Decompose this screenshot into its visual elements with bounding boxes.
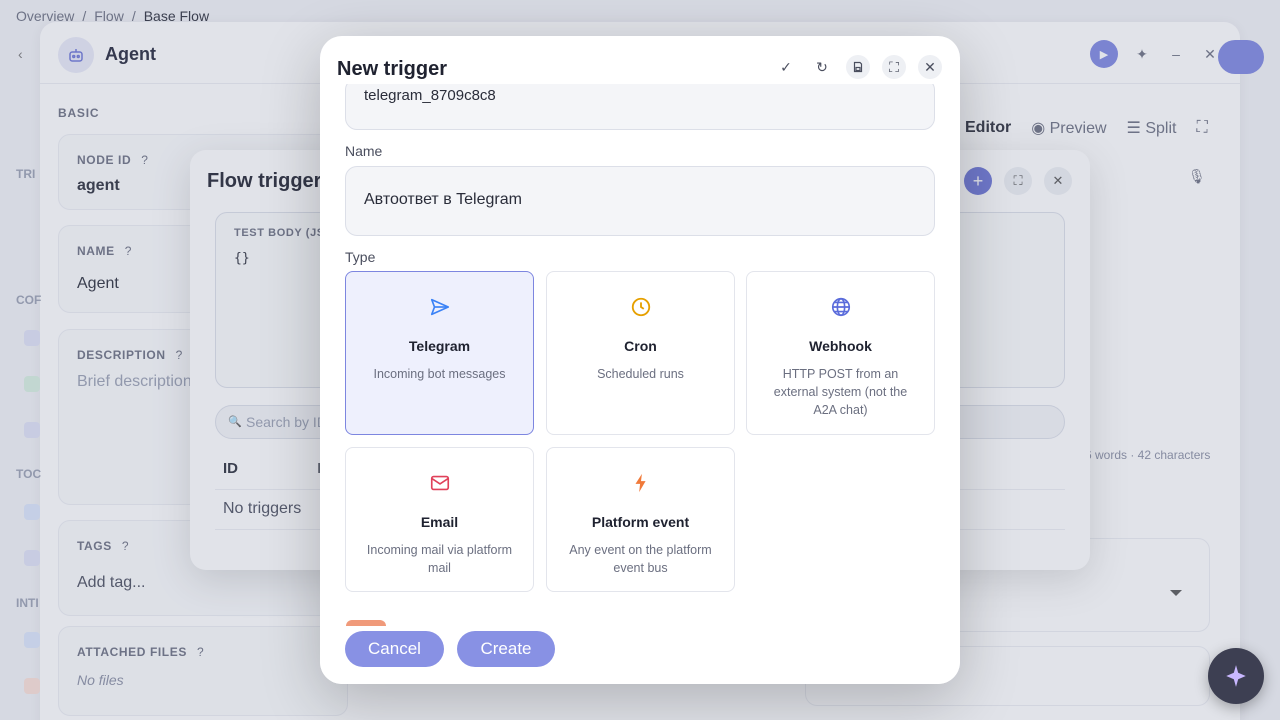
new-trigger-footer: Cancel Create: [320, 626, 960, 684]
type-platform-event-card[interactable]: Platform event Any event on the platform…: [546, 447, 735, 592]
name-label: Name: [345, 143, 383, 159]
clock-icon: [547, 296, 734, 320]
cancel-button[interactable]: Cancel: [345, 631, 444, 667]
new-trigger-form[interactable]: telegram_8709c8c8 Name Автоответ в Teleg…: [320, 84, 960, 622]
new-trigger-modal: New trigger ✓ ↻ ⛶ ✕ telegram_8709c8c8 Na…: [320, 36, 960, 684]
type-desc: Incoming bot messages: [373, 367, 506, 381]
check-icon[interactable]: ✓: [774, 55, 798, 79]
sparkle-icon: [1226, 665, 1246, 687]
mail-icon: [346, 472, 533, 496]
type-desc: Scheduled runs: [597, 367, 684, 381]
type-label: Type: [345, 249, 376, 265]
create-button[interactable]: Create: [457, 631, 555, 667]
type-telegram-card[interactable]: Telegram Incoming bot messages: [345, 271, 534, 435]
type-desc: HTTP POST from an external system (not t…: [773, 367, 908, 417]
save-icon[interactable]: [846, 55, 870, 79]
type-title: Telegram: [408, 338, 471, 354]
type-title: Email: [420, 514, 459, 530]
type-title: Cron: [624, 338, 657, 354]
close-icon[interactable]: ✕: [918, 55, 942, 79]
assistant-button[interactable]: [1208, 648, 1264, 704]
new-trigger-actions: ✓ ↻ ⛶ ✕: [774, 55, 942, 79]
trigger-id-value: telegram_8709c8c8: [364, 87, 496, 104]
globe-icon: [747, 296, 934, 320]
type-email-card[interactable]: Email Incoming mail via platform mail: [345, 447, 534, 592]
trigger-id-field[interactable]: telegram_8709c8c8: [345, 84, 935, 130]
type-desc: Incoming mail via platform mail: [366, 543, 513, 575]
send-icon: [346, 296, 533, 320]
trigger-name-value: Автоответ в Telegram: [364, 191, 522, 208]
new-trigger-title: New trigger: [337, 58, 448, 80]
trigger-name-field[interactable]: Автоответ в Telegram: [345, 166, 935, 236]
type-webhook-card[interactable]: Webhook HTTP POST from an external syste…: [746, 271, 935, 435]
type-title: Webhook: [809, 338, 872, 354]
type-title: Platform event: [591, 514, 690, 530]
type-desc: Any event on the platform event bus: [569, 543, 712, 575]
type-cron-card[interactable]: Cron Scheduled runs: [546, 271, 735, 435]
fullscreen-icon[interactable]: ⛶: [882, 55, 906, 79]
reset-icon[interactable]: ↻: [810, 55, 834, 79]
bolt-icon: [547, 472, 734, 496]
